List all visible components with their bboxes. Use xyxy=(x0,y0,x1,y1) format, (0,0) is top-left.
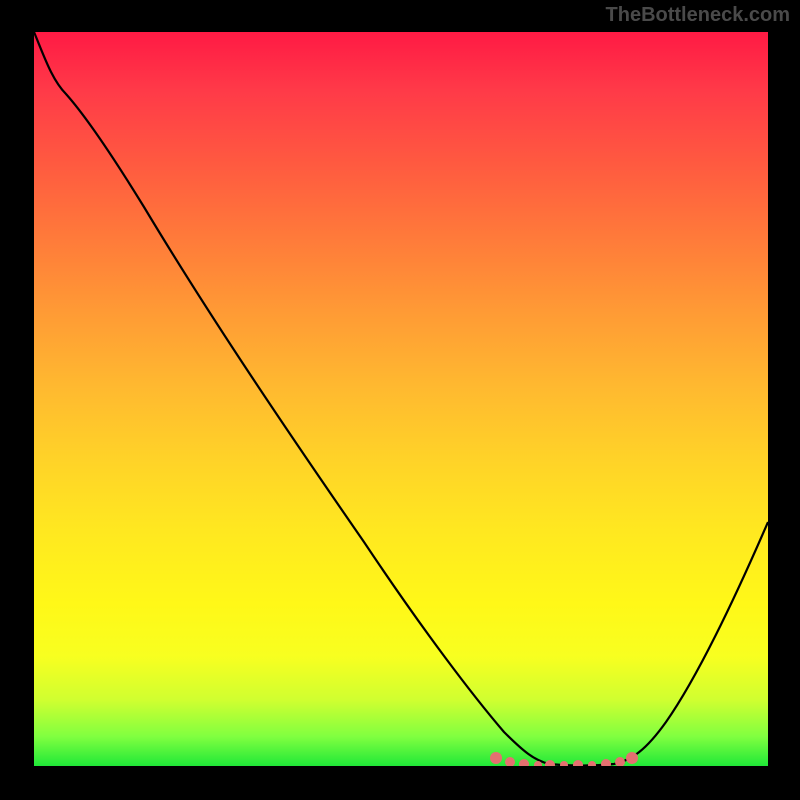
chart-container: TheBottleneck.com xyxy=(0,0,800,800)
watermark-text: TheBottleneck.com xyxy=(606,4,790,27)
curve-svg xyxy=(34,32,768,766)
plot-area xyxy=(34,32,768,766)
bottleneck-curve-line xyxy=(34,32,768,766)
sweet-spot-markers xyxy=(490,752,638,766)
